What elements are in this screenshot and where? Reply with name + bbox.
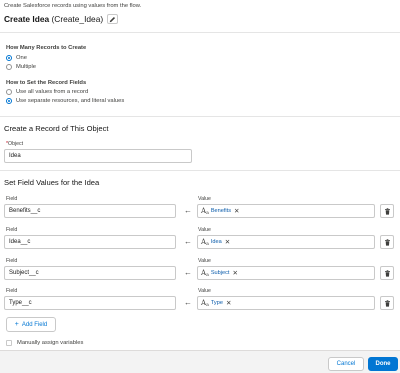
delete-row-button[interactable] <box>380 266 394 280</box>
radio-button-selected[interactable] <box>6 98 12 104</box>
left-arrow-icon: ← <box>184 298 192 307</box>
object-section-heading: Create a Record of This Object <box>4 124 109 133</box>
trash-icon <box>384 207 390 215</box>
remove-pill-icon[interactable]: ✕ <box>232 269 237 277</box>
left-arrow-icon: ← <box>184 268 192 277</box>
element-description: Create Salesforce records using values f… <box>4 3 142 9</box>
radio-separate-resources[interactable]: Use separate resources, and literal valu… <box>6 98 124 104</box>
left-arrow-icon: ← <box>184 206 192 215</box>
radio-label: Multiple <box>16 64 36 70</box>
value-pill-label: Type <box>210 300 223 306</box>
manually-assign-label: Manually assign variables <box>17 340 84 346</box>
value-input[interactable]: Aa Type ✕ <box>197 296 375 310</box>
add-field-label: Add Field <box>21 321 48 328</box>
how-many-label: How Many Records to Create <box>6 45 87 51</box>
field-input[interactable]: Type__c <box>4 296 176 310</box>
value-pill-label: Benefits <box>210 208 232 214</box>
done-button[interactable]: Done <box>368 357 398 371</box>
field-input[interactable]: Benefits__c <box>4 204 176 218</box>
delete-row-button[interactable] <box>380 296 394 310</box>
field-input-value: Subject__c <box>9 270 39 276</box>
field-label: Field <box>6 196 18 202</box>
radio-label: One <box>16 55 27 61</box>
field-label: Field <box>6 258 18 264</box>
cancel-button[interactable]: Cancel <box>328 357 364 371</box>
radio-one[interactable]: One <box>6 55 27 61</box>
value-label: Value <box>198 258 211 264</box>
trash-icon <box>384 299 390 307</box>
add-field-button[interactable]: + Add Field <box>6 317 56 332</box>
field-input-value: Type__c <box>9 300 32 306</box>
value-label: Value <box>198 288 211 294</box>
object-label: *Object <box>6 141 23 147</box>
object-input-value: Idea <box>9 153 21 159</box>
field-label: Field <box>6 288 18 294</box>
page-title-api-name: (Create_Idea) <box>51 14 104 24</box>
remove-pill-icon[interactable]: ✕ <box>225 238 230 246</box>
remove-pill-icon[interactable]: ✕ <box>234 207 239 215</box>
field-label: Field <box>6 227 18 233</box>
radio-button[interactable] <box>6 64 12 70</box>
value-label: Value <box>198 227 211 233</box>
divider <box>0 32 400 33</box>
divider <box>0 170 400 171</box>
radio-label: Use separate resources, and literal valu… <box>16 98 125 104</box>
value-input[interactable]: Aa Idea ✕ <box>197 235 375 249</box>
title-row: Create Idea (Create_Idea) <box>4 14 119 24</box>
field-input[interactable]: Subject__c <box>4 266 176 280</box>
field-values-heading: Set Field Values for the Idea <box>4 178 100 187</box>
text-resource-icon: Aa <box>201 269 209 278</box>
radio-multiple[interactable]: Multiple <box>6 64 36 70</box>
object-input[interactable]: Idea <box>4 149 192 163</box>
plus-icon: + <box>14 321 19 328</box>
page-title-label: Create Idea <box>4 14 50 24</box>
object-label-text: Object <box>8 141 24 147</box>
trash-icon <box>384 269 390 277</box>
left-arrow-icon: ← <box>184 237 192 246</box>
trash-icon <box>384 238 390 246</box>
radio-label: Use all values from a record <box>16 89 89 95</box>
divider <box>0 116 400 117</box>
pencil-icon <box>109 16 116 22</box>
how-set-label: How to Set the Record Fields <box>6 80 87 86</box>
page-title: Create Idea (Create_Idea) <box>4 14 103 24</box>
field-input-value: Benefits__c <box>9 208 41 214</box>
field-input-value: Idea__c <box>9 239 31 245</box>
edit-title-button[interactable] <box>107 14 119 24</box>
radio-button[interactable] <box>6 89 12 95</box>
value-pill-label: Subject <box>210 270 230 276</box>
text-resource-icon: Aa <box>201 238 209 247</box>
delete-row-button[interactable] <box>380 235 394 249</box>
field-input[interactable]: Idea__c <box>4 235 176 249</box>
text-resource-icon: Aa <box>201 207 209 216</box>
remove-pill-icon[interactable]: ✕ <box>226 299 231 307</box>
delete-row-button[interactable] <box>380 204 394 218</box>
manually-assign-checkbox[interactable] <box>6 340 12 346</box>
value-label: Value <box>198 196 211 202</box>
value-input[interactable]: Aa Subject ✕ <box>197 266 375 280</box>
radio-button-selected[interactable] <box>6 55 12 61</box>
manually-assign-checkbox-row[interactable]: Manually assign variables <box>6 340 83 346</box>
value-pill-label: Idea <box>210 239 222 245</box>
radio-use-all-values[interactable]: Use all values from a record <box>6 89 88 95</box>
value-input[interactable]: Aa Benefits ✕ <box>197 204 375 218</box>
text-resource-icon: Aa <box>201 299 209 308</box>
